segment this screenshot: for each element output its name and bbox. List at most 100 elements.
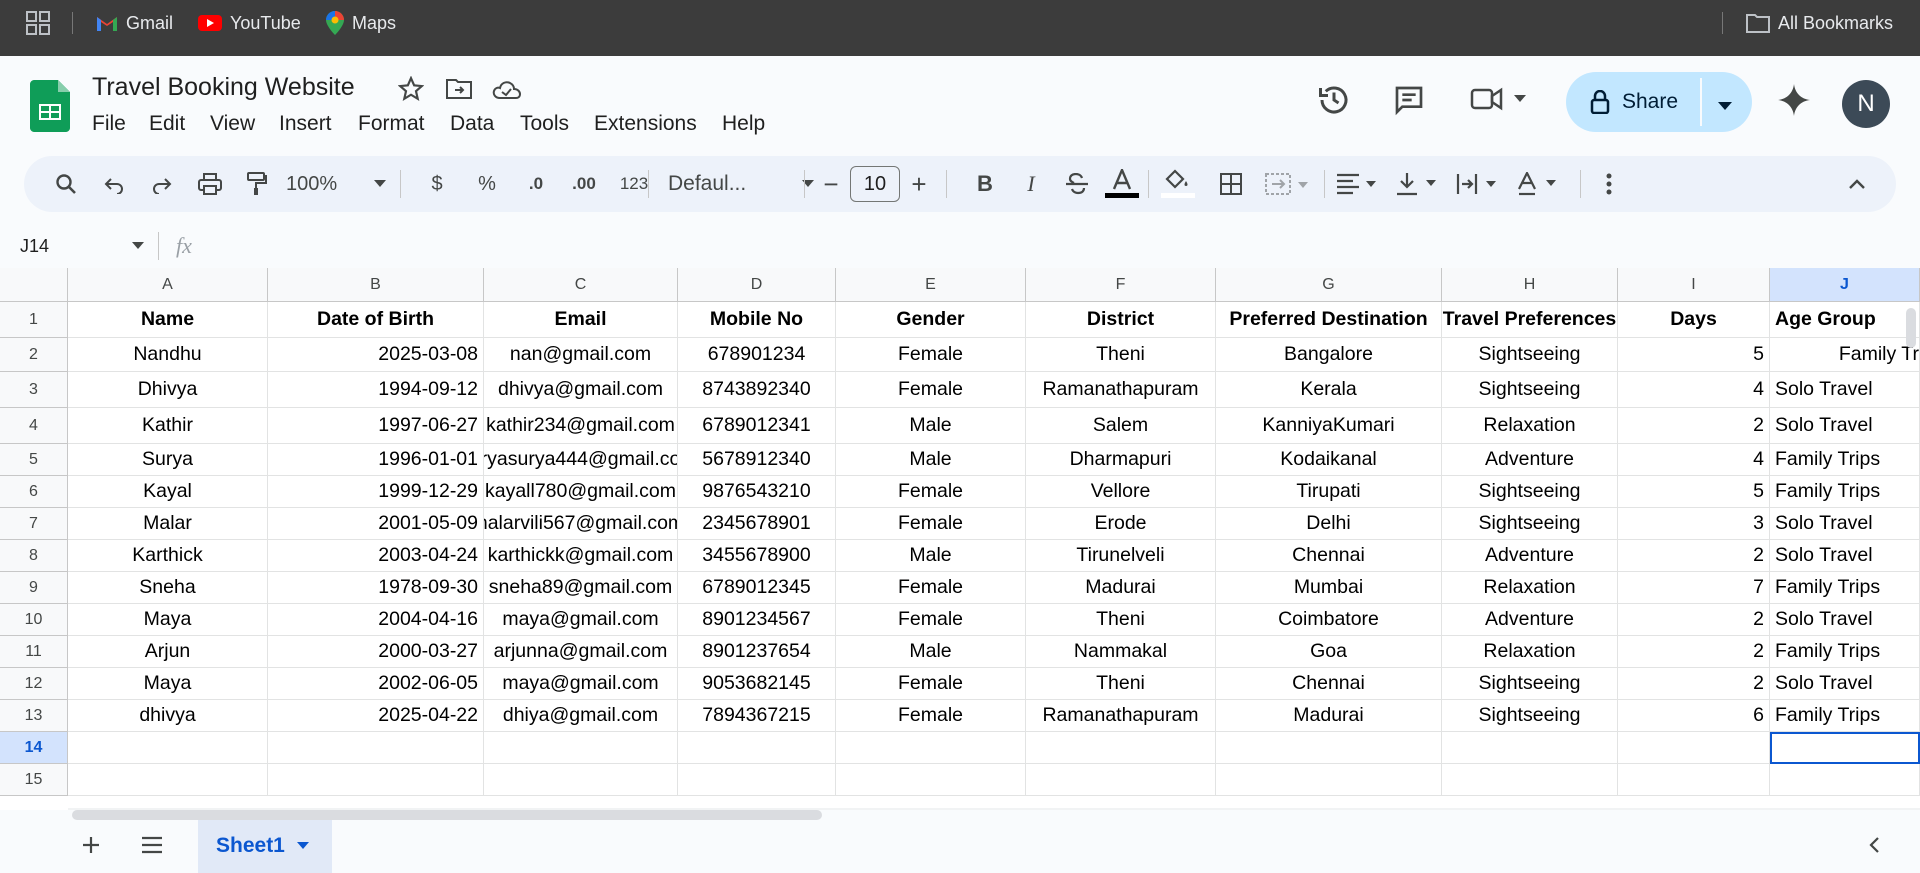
data-cell[interactable]: nan@gmail.com	[484, 338, 678, 372]
currency-format-button[interactable]: $	[422, 156, 452, 212]
cloud-saved-icon[interactable]	[492, 80, 522, 105]
data-cell[interactable]: KanniyaKumari	[1216, 408, 1442, 444]
bookmark-maps[interactable]: Maps	[326, 0, 396, 46]
percent-format-button[interactable]: %	[472, 156, 502, 212]
empty-cell[interactable]	[1618, 732, 1770, 764]
data-cell[interactable]: Ramanathapuram	[1026, 700, 1216, 732]
data-cell[interactable]: 2025-04-22	[268, 700, 484, 732]
meet-button[interactable]	[1470, 86, 1526, 112]
name-box[interactable]: J14	[20, 234, 144, 258]
data-cell[interactable]: Sightseeing	[1442, 668, 1618, 700]
data-cell[interactable]: Family Trips	[1770, 476, 1920, 508]
data-cell[interactable]: Family Trips	[1770, 636, 1920, 668]
menu-help[interactable]: Help	[722, 112, 765, 136]
data-cell[interactable]: Sightseeing	[1442, 700, 1618, 732]
data-cell[interactable]: 6789012341	[678, 408, 836, 444]
data-cell[interactable]: Adventure	[1442, 604, 1618, 636]
data-cell[interactable]: kayall780@gmail.com	[484, 476, 678, 508]
data-cell[interactable]: 1997-06-27	[268, 408, 484, 444]
data-cell[interactable]: 6	[1618, 700, 1770, 732]
data-cell[interactable]: Relaxation	[1442, 408, 1618, 444]
empty-cell[interactable]	[484, 732, 678, 764]
sheet-tab-sheet1[interactable]: Sheet1	[198, 818, 332, 873]
text-color-icon[interactable]	[1104, 156, 1140, 212]
data-cell[interactable]: Theni	[1026, 338, 1216, 372]
data-cell[interactable]: Surya	[68, 444, 268, 476]
font-select[interactable]: Defaul...	[668, 156, 814, 212]
all-sheets-icon[interactable]	[140, 836, 164, 859]
vertical-scrollbar-thumb[interactable]	[1906, 308, 1916, 348]
data-cell[interactable]: Theni	[1026, 604, 1216, 636]
data-cell[interactable]: Nandhu	[68, 338, 268, 372]
data-cell[interactable]: Karthick	[68, 540, 268, 572]
data-cell[interactable]: Maya	[68, 604, 268, 636]
data-cell[interactable]: dhivya	[68, 700, 268, 732]
empty-cell[interactable]	[1770, 764, 1920, 796]
empty-cell[interactable]	[836, 764, 1026, 796]
data-cell[interactable]: Male	[836, 636, 1026, 668]
data-cell[interactable]: dhivya@gmail.com	[484, 372, 678, 408]
menu-edit[interactable]: Edit	[149, 112, 185, 136]
data-cell[interactable]: Solo Travel	[1770, 408, 1920, 444]
data-cell[interactable]: arjunna@gmail.com	[484, 636, 678, 668]
data-cell[interactable]: Solo Travel	[1770, 372, 1920, 408]
column-header[interactable]: J	[1770, 268, 1920, 302]
data-cell[interactable]: 3455678900	[678, 540, 836, 572]
data-cell[interactable]: Kathir	[68, 408, 268, 444]
bookmark-youtube[interactable]: YouTube	[198, 0, 301, 46]
data-cell[interactable]: Sightseeing	[1442, 338, 1618, 372]
column-header[interactable]: E	[836, 268, 1026, 302]
row-header[interactable]: 3	[0, 372, 68, 408]
row-header[interactable]: 2	[0, 338, 68, 372]
data-cell[interactable]: Male	[836, 444, 1026, 476]
data-cell[interactable]: 9053682145	[678, 668, 836, 700]
data-cell[interactable]: 2000-03-27	[268, 636, 484, 668]
data-cell[interactable]: 1996-01-01	[268, 444, 484, 476]
data-cell[interactable]: 5678912340	[678, 444, 836, 476]
row-header[interactable]: 9	[0, 572, 68, 604]
data-cell[interactable]: Nammakal	[1026, 636, 1216, 668]
data-cell[interactable]: Dhivya	[68, 372, 268, 408]
data-cell[interactable]: Family Tr	[1770, 338, 1920, 372]
data-cell[interactable]: 7	[1618, 572, 1770, 604]
row-header[interactable]: 12	[0, 668, 68, 700]
data-cell[interactable]: Vellore	[1026, 476, 1216, 508]
data-cell[interactable]: Delhi	[1216, 508, 1442, 540]
data-cell[interactable]: Mumbai	[1216, 572, 1442, 604]
data-cell[interactable]: Family Trips	[1770, 572, 1920, 604]
data-cell[interactable]: 2	[1618, 636, 1770, 668]
menu-extensions[interactable]: Extensions	[594, 112, 697, 136]
row-header[interactable]: 10	[0, 604, 68, 636]
data-cell[interactable]: Female	[836, 372, 1026, 408]
empty-cell[interactable]	[68, 764, 268, 796]
data-cell[interactable]: Dharmapuri	[1026, 444, 1216, 476]
data-cell[interactable]: Female	[836, 508, 1026, 540]
header-cell[interactable]: Email	[484, 302, 678, 338]
merge-cells-icon[interactable]	[1260, 156, 1314, 212]
empty-cell[interactable]	[1442, 732, 1618, 764]
decrease-decimal-button[interactable]: .0	[518, 156, 554, 212]
sheets-logo-icon[interactable]	[30, 80, 70, 137]
bold-button[interactable]: B	[970, 156, 1000, 212]
select-all-corner[interactable]	[0, 268, 68, 302]
empty-cell[interactable]	[1216, 732, 1442, 764]
italic-button[interactable]: I	[1016, 156, 1046, 212]
move-folder-icon[interactable]	[446, 78, 472, 105]
data-cell[interactable]: Relaxation	[1442, 636, 1618, 668]
data-cell[interactable]: 6789012345	[678, 572, 836, 604]
data-cell[interactable]: 4	[1618, 444, 1770, 476]
vertical-align-icon[interactable]	[1392, 156, 1442, 212]
row-header[interactable]: 5	[0, 444, 68, 476]
empty-cell[interactable]	[268, 764, 484, 796]
empty-cell[interactable]	[1442, 764, 1618, 796]
header-cell[interactable]: Days	[1618, 302, 1770, 338]
menu-format[interactable]: Format	[358, 112, 425, 136]
horizontal-align-icon[interactable]	[1332, 156, 1382, 212]
row-header[interactable]: 14	[0, 732, 68, 764]
data-cell[interactable]: Arjun	[68, 636, 268, 668]
header-cell[interactable]: Age Group	[1770, 302, 1920, 338]
data-cell[interactable]: kathir234@gmail.com	[484, 408, 678, 444]
collapse-toolbar-icon[interactable]	[1842, 156, 1872, 212]
empty-cell[interactable]	[1618, 764, 1770, 796]
header-cell[interactable]: District	[1026, 302, 1216, 338]
